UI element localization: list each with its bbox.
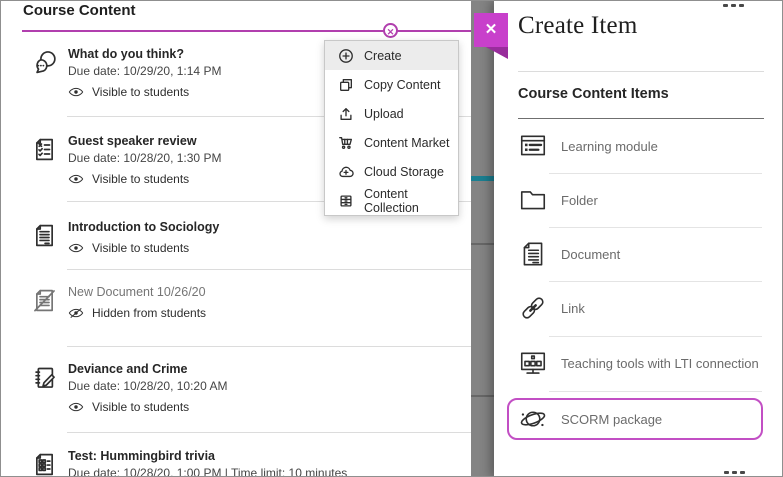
panel-item-label: Teaching tools with LTI connection [561,356,759,371]
list-item[interactable]: Test: Hummingbird trivia Due date: 10/28… [31,449,451,477]
teal-accent-line [471,176,494,181]
item-title[interactable]: Introduction to Sociology [68,220,219,235]
list-item[interactable]: Deviance and Crime Due date: 10/28/20, 1… [31,362,451,414]
more-options-icon[interactable] [724,471,745,474]
test-icon [31,451,58,477]
item-body: What do you think? Due date: 10/29/20, 1… [68,47,221,99]
panel-item-label: Document [561,247,620,262]
course-content-page: Course Content ✕ What do you think? Due … [0,0,783,477]
menu-item-copy-content[interactable]: Copy Content [325,70,458,99]
eye-icon [68,401,84,413]
page-title: Course Content [23,2,136,19]
section-heading: Course Content Items [518,86,669,102]
create-item-panel: Create Item Course Content Items Learnin… [494,1,783,477]
item-body: Guest speaker review Due date: 10/28/20,… [68,134,221,186]
divider [471,243,494,245]
link-icon [518,293,548,323]
panel-item-learning-module[interactable]: Learning module [518,119,764,173]
menu-item-content-market[interactable]: Content Market [325,128,458,157]
eye-icon [68,86,84,98]
item-body: New Document 10/26/20 Hidden from studen… [68,285,206,320]
scorm-icon [518,404,548,434]
menu-item-label: Content Market [364,136,449,150]
menu-item-content-collection[interactable]: Content Collection [325,186,458,215]
item-due-date: Due date: 10/28/20, 10:20 AM [68,378,227,394]
item-title[interactable]: What do you think? [68,47,221,62]
item-visibility[interactable]: Visible to students [68,172,221,186]
collection-icon [338,193,354,209]
plus-circle-icon [338,48,354,64]
menu-item-label: Cloud Storage [364,165,444,179]
document-hidden-icon [31,287,58,314]
panel-item-link[interactable]: Link [518,281,764,335]
folder-icon [518,185,548,215]
divider [67,432,471,433]
cloud-icon [338,164,354,180]
eye-off-icon [68,307,84,319]
visibility-label: Hidden from students [92,306,206,320]
item-visibility[interactable]: Visible to students [68,241,219,255]
list-item[interactable]: Introduction to Sociology Visible to stu… [31,220,451,255]
item-visibility[interactable]: Hidden from students [68,306,206,320]
copy-icon [338,77,354,93]
visibility-label: Visible to students [92,241,189,255]
more-options-icon[interactable] [723,4,744,7]
add-content-menu: Create Copy Content Upload Content Marke… [324,40,459,216]
assignment-icon [31,136,58,163]
item-title[interactable]: Guest speaker review [68,134,221,149]
item-due-date: Due date: 10/28/20, 1:00 PM | Time limit… [68,465,347,477]
item-body: Introduction to Sociology Visible to stu… [68,220,219,255]
divider [67,269,471,270]
upload-icon [338,106,354,122]
item-visibility[interactable]: Visible to students [68,85,221,99]
eye-icon [68,173,84,185]
learning-module-icon [518,131,548,161]
panel-title: Create Item [518,12,638,40]
menu-item-label: Upload [364,107,404,121]
item-due-date: Due date: 10/28/20, 1:30 PM [68,150,221,166]
menu-item-label: Content Collection [364,187,458,215]
item-title[interactable]: Test: Hummingbird trivia [68,449,347,464]
panel-item-lti-tools[interactable]: Teaching tools with LTI connection [518,336,764,390]
item-body: Deviance and Crime Due date: 10/28/20, 1… [68,362,227,414]
dimmed-page-overlay [471,1,494,477]
journal-icon [31,364,58,391]
panel-item-document[interactable]: Document [518,227,764,281]
menu-item-upload[interactable]: Upload [325,99,458,128]
lti-icon [518,348,548,378]
item-title[interactable]: Deviance and Crime [68,362,227,377]
divider [471,395,494,397]
eye-icon [68,242,84,254]
menu-item-label: Create [364,49,402,63]
panel-item-label: Folder [561,193,598,208]
item-visibility[interactable]: Visible to students [68,400,227,414]
document-icon [31,222,58,249]
close-panel-button[interactable]: ✕ [474,13,508,47]
menu-item-label: Copy Content [364,78,440,92]
list-item[interactable]: New Document 10/26/20 Hidden from studen… [31,285,451,320]
visibility-label: Visible to students [92,172,189,186]
panel-item-scorm-package[interactable]: SCORM package [518,392,764,446]
discussion-icon [31,49,58,76]
visibility-label: Visible to students [92,400,189,414]
close-add-content-button[interactable]: ✕ [383,23,398,38]
accent-divider [22,30,472,32]
divider [518,71,764,72]
divider [67,346,471,347]
visibility-label: Visible to students [92,85,189,99]
document-icon [518,239,548,269]
panel-item-label: SCORM package [561,412,662,427]
menu-item-create[interactable]: Create [325,41,458,70]
menu-item-cloud-storage[interactable]: Cloud Storage [325,157,458,186]
item-title[interactable]: New Document 10/26/20 [68,285,206,300]
panel-item-label: Link [561,301,585,316]
item-due-date: Due date: 10/29/20, 1:14 PM [68,63,221,79]
panel-item-label: Learning module [561,139,658,154]
cart-icon [338,135,354,151]
item-body: Test: Hummingbird trivia Due date: 10/28… [68,449,347,477]
panel-item-folder[interactable]: Folder [518,173,764,227]
